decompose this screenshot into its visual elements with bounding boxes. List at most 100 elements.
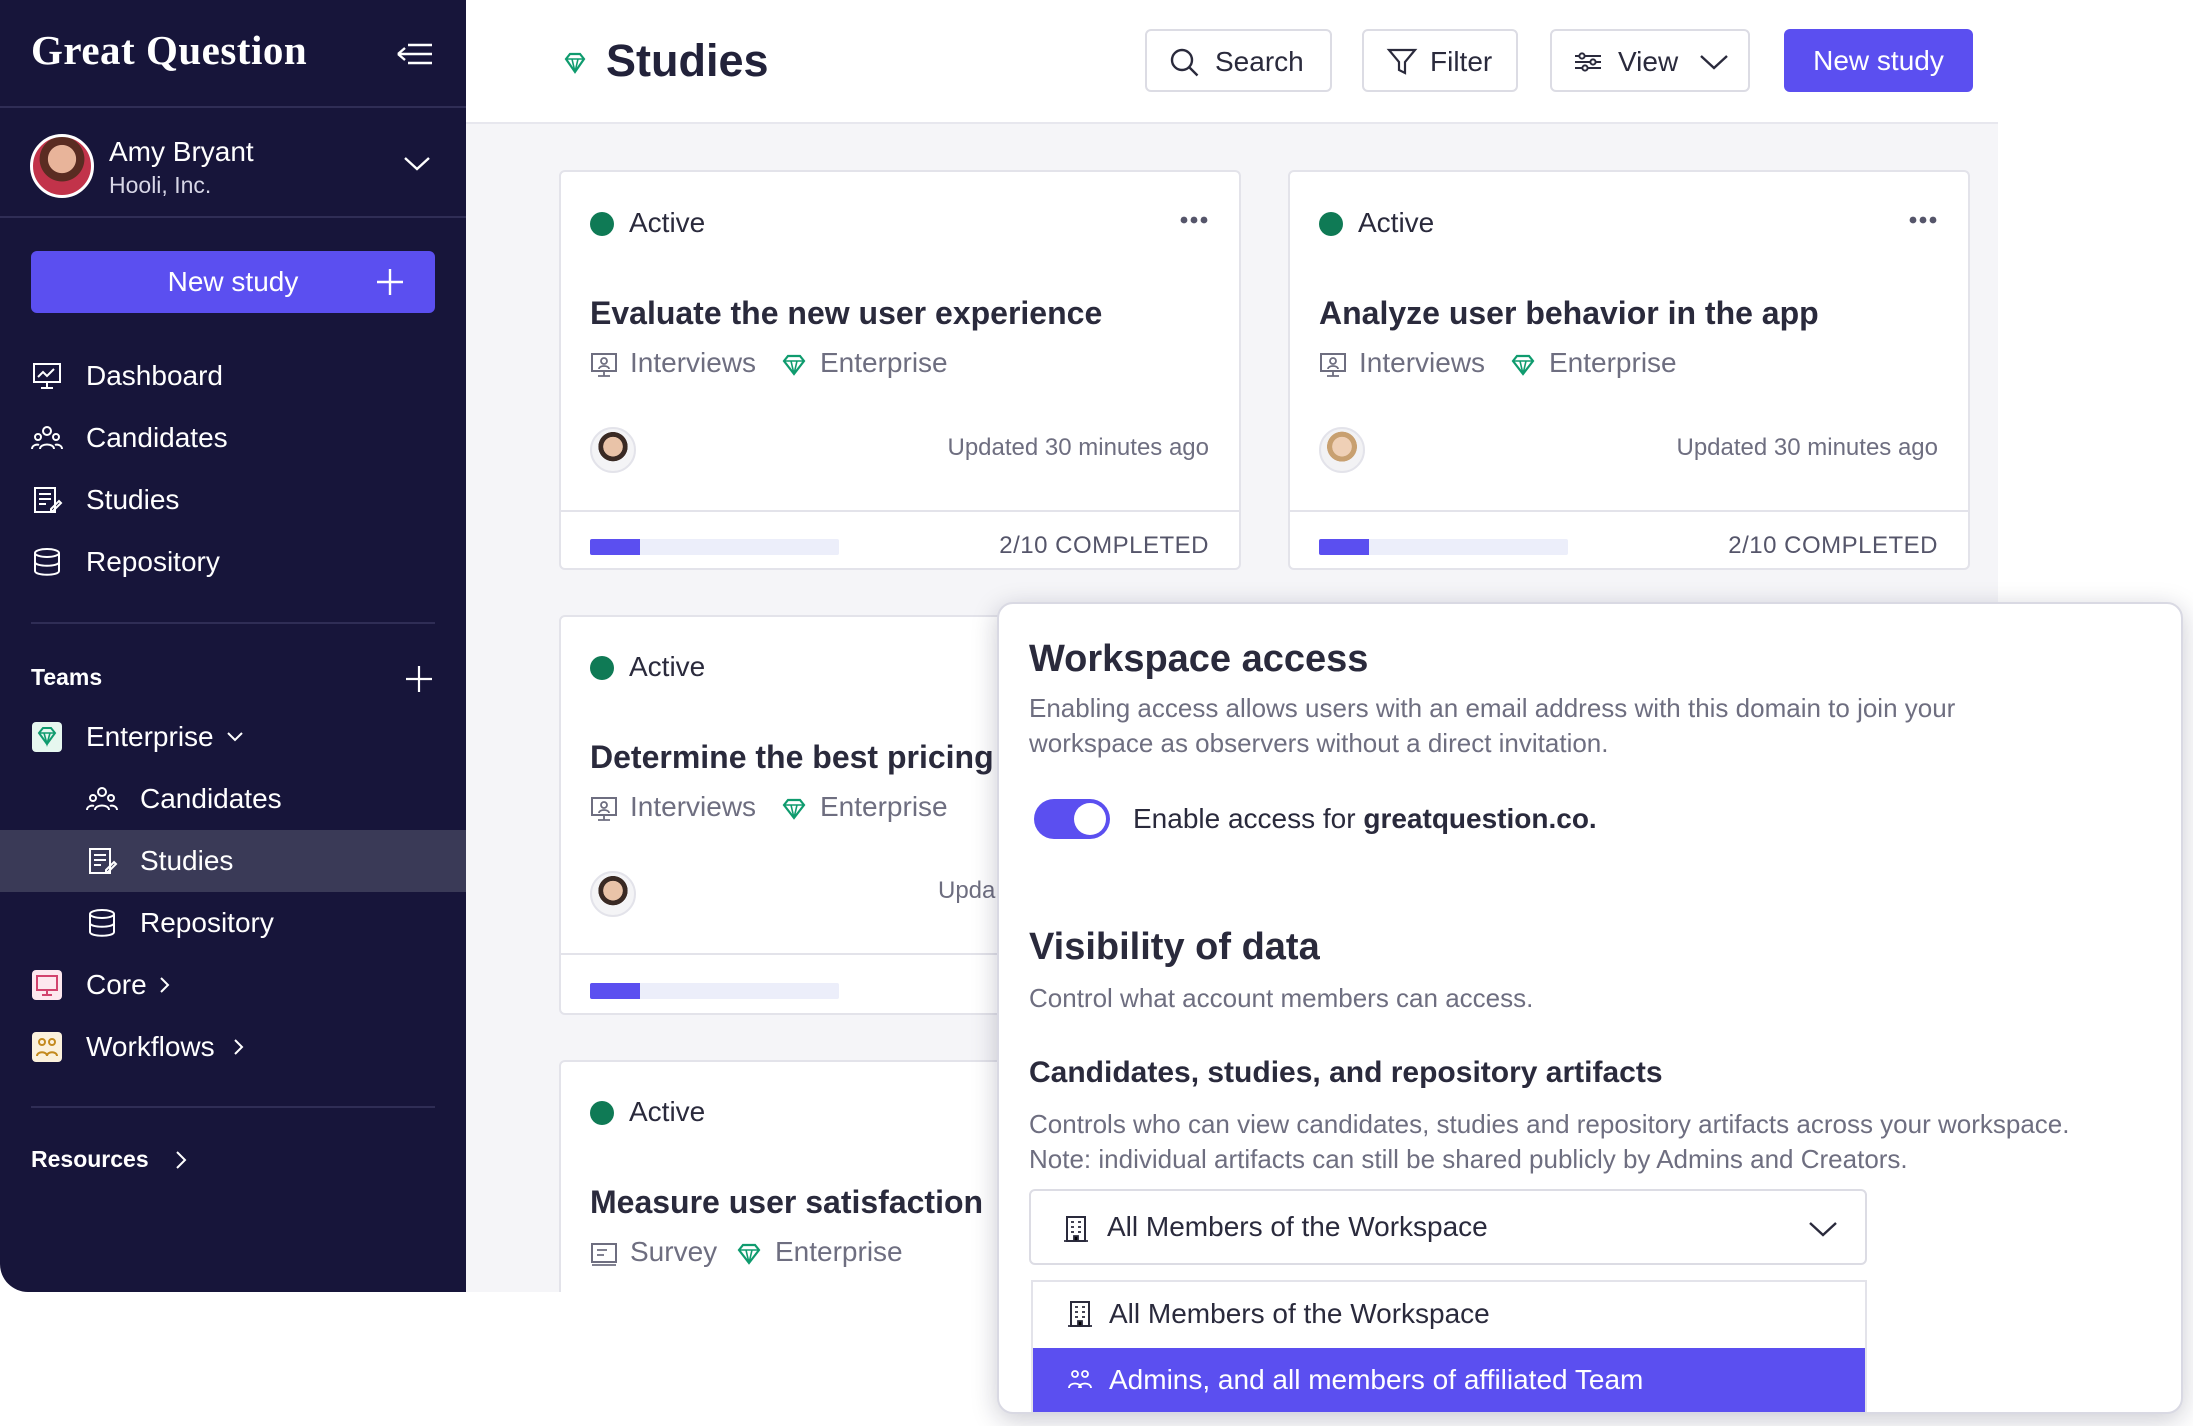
user-switcher[interactable]: Amy Bryant Hooli, Inc. xyxy=(30,134,440,200)
status-label: Active xyxy=(629,651,706,682)
study-team: Enterprise xyxy=(820,347,948,378)
divider xyxy=(0,216,466,218)
view-button[interactable]: View xyxy=(1550,29,1750,92)
chevron-right-icon xyxy=(230,1038,248,1056)
resources-link[interactable]: Resources xyxy=(31,1146,149,1173)
study-team: Enterprise xyxy=(820,791,948,822)
workspace-domain: greatquestion.co. xyxy=(1363,803,1597,834)
workspace-access-description: Enabling access allows users with an ema… xyxy=(1029,693,1956,723)
new-study-label: New study xyxy=(167,266,299,297)
nav-item-studies[interactable]: Studies xyxy=(0,469,466,531)
study-card[interactable]: Active Analyze user behavior in the app … xyxy=(1288,170,1970,570)
avatar xyxy=(1319,427,1365,473)
divider xyxy=(561,510,1239,512)
divider xyxy=(31,1106,435,1108)
study-method: Interviews xyxy=(1359,347,1486,378)
divider xyxy=(0,106,466,108)
selected-visibility: All Members of the Workspace xyxy=(1107,1211,1488,1242)
team-label: Enterprise xyxy=(86,721,214,752)
nav-item-repository[interactable]: Repository xyxy=(0,531,466,593)
interview-icon xyxy=(1319,351,1347,379)
visibility-description: Control what account members can access. xyxy=(1029,983,1534,1013)
nav-label: Studies xyxy=(86,484,180,515)
updated-timestamp: Updated 30 minutes ago xyxy=(947,434,1209,461)
updated-timestamp: Updated 30 minutes ago xyxy=(1676,434,1938,461)
study-title: Evaluate the new user experience xyxy=(590,295,1103,331)
nav-item-dashboard[interactable]: Dashboard xyxy=(0,345,466,407)
visibility-select[interactable]: All Members of the Workspace xyxy=(1029,1189,1867,1265)
study-title: Analyze user behavior in the app xyxy=(1319,295,1819,331)
workspace-access-description: workspace as observers without a direct … xyxy=(1029,728,1609,758)
nav-label: Repository xyxy=(86,546,220,577)
diamond-icon xyxy=(562,50,588,76)
completed-count: 2/10 COMPLETED xyxy=(999,532,1209,559)
workspace-access-title: Workspace access xyxy=(1029,638,1369,680)
filter-button[interactable]: Filter xyxy=(1362,29,1518,92)
artifacts-visibility-title: Candidates, studies, and repository arti… xyxy=(1029,1056,1663,1089)
filter-label: Filter xyxy=(1430,46,1493,77)
more-options-icon[interactable] xyxy=(1179,214,1209,226)
search-button[interactable]: Search xyxy=(1145,29,1332,92)
status-label: Active xyxy=(629,1096,706,1127)
nav-item-candidates[interactable]: Candidates xyxy=(0,407,466,469)
chevron-right-icon xyxy=(156,976,174,994)
study-title: Determine the best pricing xyxy=(590,739,994,775)
status-active-dot xyxy=(590,212,614,236)
team-item-core[interactable]: Core xyxy=(0,954,466,1016)
study-card[interactable]: Active Evaluate the new user experience … xyxy=(559,170,1241,570)
workflow-icon xyxy=(31,1032,63,1062)
divider xyxy=(1290,510,1968,512)
chevron-down-icon xyxy=(226,728,244,746)
divider xyxy=(31,622,435,624)
status-label: Active xyxy=(629,207,706,238)
status-label: Active xyxy=(1358,207,1435,238)
artifacts-visibility-note: Note: individual artifacts can still be … xyxy=(1029,1144,1908,1174)
studies-icon xyxy=(86,846,118,876)
new-study-button[interactable]: New study xyxy=(1784,29,1973,92)
repository-icon xyxy=(31,547,63,577)
filter-icon xyxy=(1386,47,1418,77)
team-item-workflows[interactable]: Workflows xyxy=(0,1016,466,1078)
team-subitem-candidates[interactable]: Candidates xyxy=(0,768,466,830)
visibility-option-all-members[interactable]: All Members of the Workspace xyxy=(1033,1282,1865,1346)
nav-label: Dashboard xyxy=(86,360,223,391)
workspace-access-toggle-label: Enable access for greatquestion.co. xyxy=(1133,803,1597,835)
progress-fill xyxy=(1319,539,1369,555)
team-subitem-repository[interactable]: Repository xyxy=(0,892,466,954)
diamond-icon xyxy=(780,351,808,379)
nav-label: Candidates xyxy=(86,422,228,453)
team-item-enterprise[interactable]: Enterprise xyxy=(0,706,466,768)
workspace-settings-panel: Workspace access Enabling access allows … xyxy=(997,602,2183,1414)
view-label: View xyxy=(1618,46,1679,77)
view-options-icon xyxy=(1572,47,1604,77)
teams-heading: Teams xyxy=(31,664,103,690)
add-team-button[interactable] xyxy=(404,664,434,694)
workspace-access-toggle[interactable] xyxy=(1034,799,1110,839)
collapse-sidebar-icon[interactable] xyxy=(388,36,436,72)
progress-bar xyxy=(1319,539,1568,555)
completed-count: 2/10 COMPLETED xyxy=(1728,532,1938,559)
monitor-icon xyxy=(31,970,63,1000)
avatar xyxy=(590,871,636,917)
study-method: Interviews xyxy=(630,791,757,822)
more-options-icon[interactable] xyxy=(1908,214,1938,226)
visibility-options-menu: All Members of the Workspace Admins, and… xyxy=(1031,1280,1867,1412)
interview-icon xyxy=(590,795,618,823)
interview-icon xyxy=(590,351,618,379)
team-subitem-label: Candidates xyxy=(140,783,282,814)
toggle-knob xyxy=(1074,803,1106,835)
sidebar-new-study-button[interactable]: New study xyxy=(31,251,435,313)
diamond-icon xyxy=(735,1240,763,1268)
study-team: Enterprise xyxy=(1549,347,1677,378)
visibility-option-admins-team[interactable]: Admins, and all members of affiliated Te… xyxy=(1033,1348,1865,1412)
artifacts-visibility-description: Controls who can view candidates, studie… xyxy=(1029,1109,2070,1139)
chevron-down-icon xyxy=(1807,1217,1839,1241)
dashboard-icon xyxy=(31,361,63,391)
option-label: All Members of the Workspace xyxy=(1109,1298,1490,1329)
study-team: Enterprise xyxy=(775,1236,903,1267)
progress-bar xyxy=(590,983,839,999)
chevron-down-icon xyxy=(1698,49,1730,79)
team-subitem-studies[interactable]: Studies xyxy=(0,830,466,892)
search-icon xyxy=(1169,47,1201,77)
page-title: Studies xyxy=(606,35,769,86)
